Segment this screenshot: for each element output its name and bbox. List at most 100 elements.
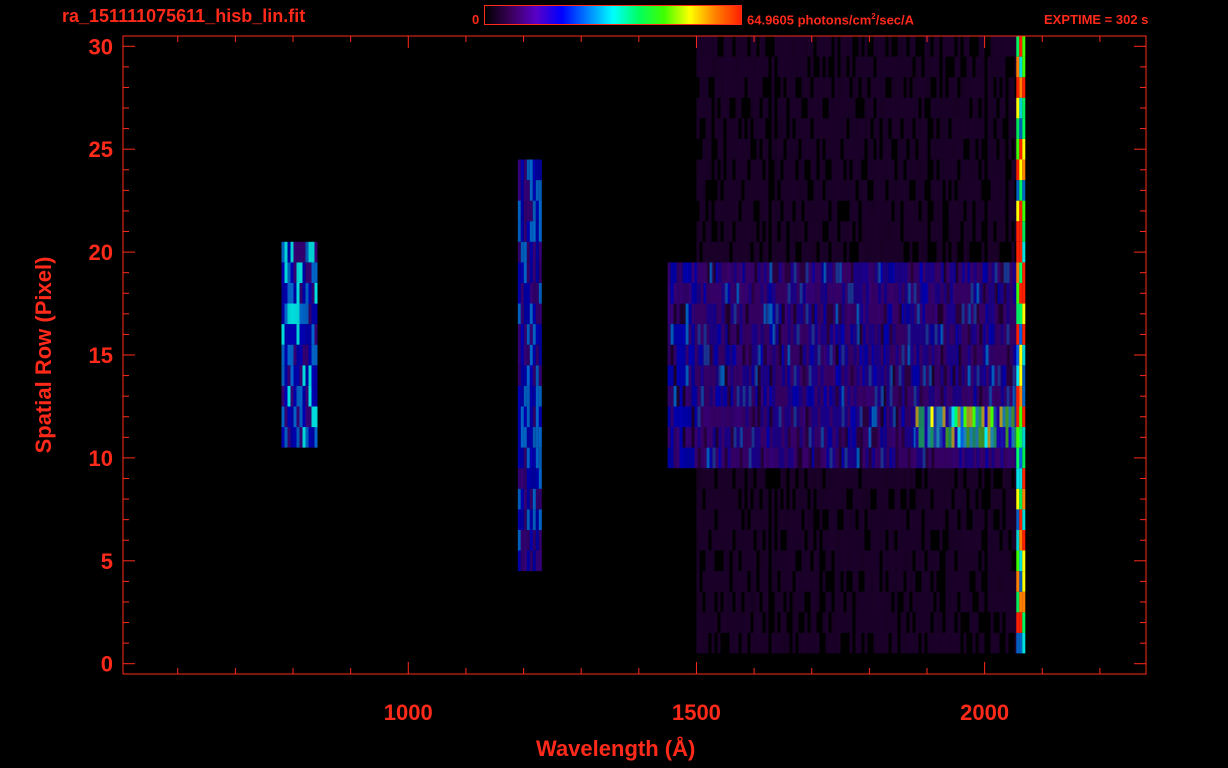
heatmap-cell — [780, 36, 784, 57]
heatmap-cell — [748, 365, 752, 386]
heatmap-cell — [966, 324, 970, 345]
heatmap-cell — [517, 488, 521, 510]
heatmap-cell — [879, 159, 883, 181]
heatmap-cell — [813, 468, 817, 489]
heatmap-cell — [1011, 118, 1015, 139]
heatmap-cell — [801, 118, 805, 139]
heatmap-cell — [1022, 36, 1026, 57]
heatmap-cell — [855, 406, 859, 428]
heatmap-cell — [822, 324, 826, 345]
heatmap-cell — [532, 509, 536, 530]
heatmap-layer — [281, 36, 1026, 654]
heatmap-cell — [679, 324, 683, 345]
heatmap-cell — [798, 488, 802, 510]
heatmap-cell — [981, 591, 985, 613]
heatmap-cell — [927, 365, 931, 386]
heatmap-cell — [918, 118, 922, 139]
heatmap-cell — [789, 550, 793, 572]
heatmap-cell — [726, 385, 730, 407]
heatmap-cell — [735, 303, 739, 325]
heatmap-cell — [936, 427, 940, 448]
heatmap-cell — [990, 509, 994, 530]
heatmap-cell — [774, 159, 778, 181]
heatmap-cell — [936, 200, 940, 222]
heatmap-cell — [897, 385, 901, 407]
heatmap-cell — [858, 365, 862, 386]
heatmap-cell — [685, 427, 689, 448]
heatmap-cell — [951, 427, 955, 448]
heatmap-cell — [679, 303, 683, 325]
heatmap-cell — [780, 283, 784, 304]
heatmap-cell — [882, 200, 886, 222]
heatmap-cell — [903, 283, 907, 304]
heatmap-cell — [293, 283, 297, 304]
heatmap-cell — [909, 344, 913, 366]
heatmap-cell — [766, 385, 770, 407]
heatmap-cell — [975, 447, 979, 469]
heatmap-cell — [858, 632, 862, 654]
heatmap-cell — [308, 365, 312, 386]
heatmap-cell — [972, 303, 976, 325]
heatmap-cell — [801, 138, 805, 160]
heatmap-cell — [891, 221, 895, 242]
heatmap-cell — [843, 36, 847, 57]
heatmap-cell — [299, 406, 303, 428]
heatmap-cell — [864, 97, 868, 119]
heatmap-cell — [795, 529, 799, 551]
heatmap-cell — [526, 468, 530, 489]
heatmap-cell — [840, 550, 844, 572]
heatmap-cell — [948, 612, 952, 633]
heatmap-cell — [795, 344, 799, 366]
heatmap-cell — [744, 632, 748, 654]
heatmap-cell — [963, 97, 967, 119]
heatmap-cell — [756, 56, 760, 78]
heatmap-cell — [990, 591, 994, 613]
heatmap-cell — [1022, 632, 1026, 654]
heatmap-cell — [867, 612, 871, 633]
heatmap-cell — [915, 159, 919, 181]
heatmap-cell — [954, 406, 958, 428]
heatmap-cell — [999, 591, 1003, 613]
heatmap-cell — [753, 221, 757, 242]
heatmap-cell — [1019, 591, 1023, 613]
heatmap-cell — [305, 406, 309, 428]
heatmap-cell — [795, 36, 799, 57]
heatmap-cell — [903, 385, 907, 407]
heatmap-cell — [960, 488, 964, 510]
heatmap-cell — [942, 303, 946, 325]
heatmap-cell — [909, 447, 913, 469]
heatmap-cell — [993, 427, 997, 448]
heatmap-cell — [966, 77, 970, 98]
heatmap-cell — [696, 612, 700, 633]
heatmap-cell — [927, 447, 931, 469]
heatmap-cell — [909, 632, 913, 654]
heatmap-cell — [861, 324, 865, 345]
heatmap-cell — [960, 365, 964, 386]
heatmap-cell — [293, 344, 297, 366]
heatmap-cell — [930, 385, 934, 407]
heatmap-cell — [729, 77, 733, 98]
heatmap-cell — [930, 591, 934, 613]
heatmap-cell — [960, 571, 964, 592]
heatmap-cell — [1022, 591, 1026, 613]
heatmap-cell — [1016, 427, 1020, 448]
heatmap-cell — [978, 221, 982, 242]
heatmap-cell — [708, 241, 712, 263]
heatmap-cell — [723, 324, 727, 345]
heatmap-cell — [867, 571, 871, 592]
heatmap-cell — [987, 283, 991, 304]
heatmap-cell — [879, 324, 883, 345]
heatmap-cell — [705, 77, 709, 98]
heatmap-cell — [876, 283, 880, 304]
heatmap-cell — [535, 509, 539, 530]
heatmap-cell — [912, 509, 916, 530]
x-tick-label: 2000 — [960, 700, 1009, 725]
heatmap-cell — [753, 118, 757, 139]
heatmap-cell — [840, 427, 844, 448]
heatmap-cell — [903, 344, 907, 366]
heatmap-cell — [966, 406, 970, 428]
heatmap-cell — [972, 427, 976, 448]
heatmap-cell — [840, 36, 844, 57]
heatmap-cell — [864, 550, 868, 572]
heatmap-cell — [930, 632, 934, 654]
